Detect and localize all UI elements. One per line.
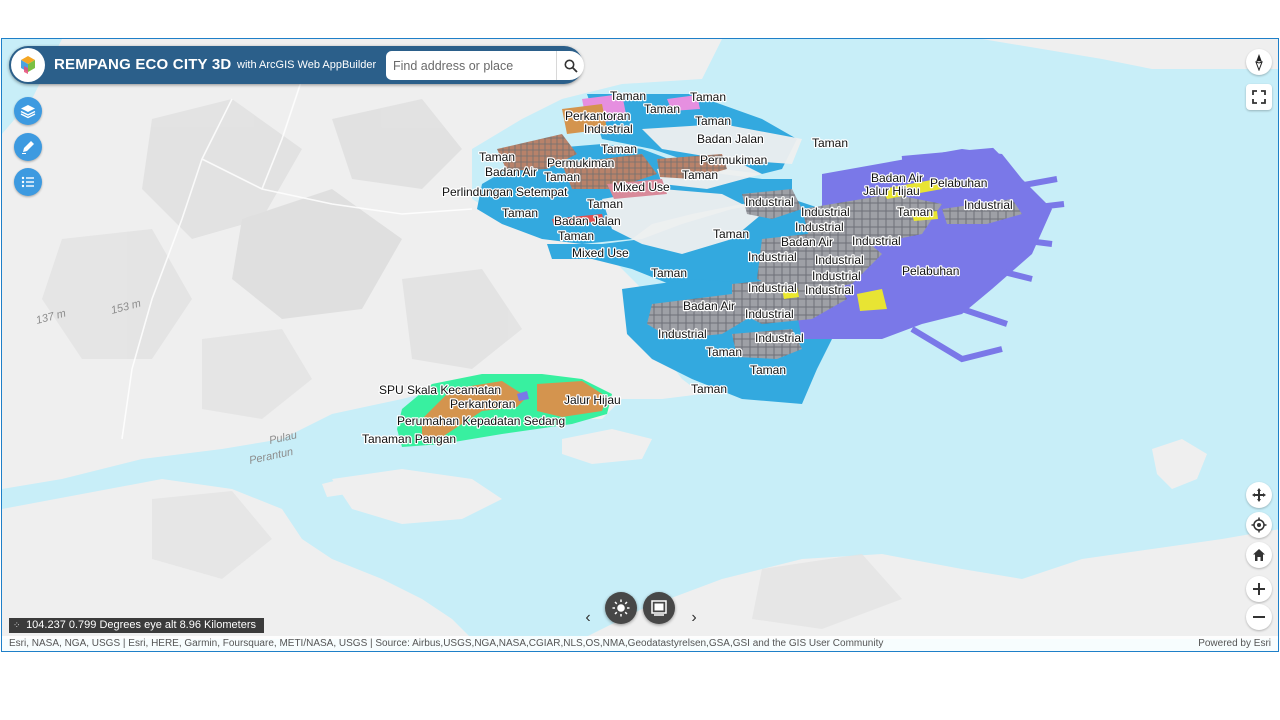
app-logo-icon xyxy=(11,48,45,82)
map-label: Industrial xyxy=(812,269,861,283)
map-label: Taman xyxy=(695,114,731,128)
map-label: Badan Air xyxy=(683,299,735,313)
map-label: Taman xyxy=(479,150,515,164)
map-label: Industrial xyxy=(795,220,844,234)
map-label: Industrial xyxy=(748,250,797,264)
map-label: Perlindungan Setempat xyxy=(442,185,568,199)
map-label: Pelabuhan xyxy=(930,176,987,190)
minus-icon xyxy=(1253,616,1265,618)
map-label: Taman xyxy=(558,229,594,243)
locate-icon xyxy=(1251,517,1267,533)
home-button[interactable] xyxy=(1246,542,1272,568)
map-label: Badan Air xyxy=(781,235,833,249)
locate-button[interactable] xyxy=(1246,512,1272,538)
map-view[interactable]: Pulau Perantun 137 m 153 m Taman Taman T… xyxy=(1,38,1279,652)
pan-icon xyxy=(1252,488,1266,502)
attribution-text[interactable]: Esri, NASA, NGA, USGS | Esri, HERE, Garm… xyxy=(9,638,883,649)
map-label: Taman xyxy=(897,205,933,219)
map-label: Badan Jalan xyxy=(554,214,621,228)
map-label: Pelabuhan xyxy=(902,264,959,278)
app-subtitle: with ArcGIS Web AppBuilder xyxy=(237,59,377,71)
layers-icon xyxy=(20,105,36,119)
compass-button[interactable] xyxy=(1246,49,1272,75)
map-label: Badan Jalan xyxy=(697,132,764,146)
search-icon xyxy=(564,59,578,73)
legend-button[interactable] xyxy=(14,168,42,196)
map-label: Taman xyxy=(750,363,786,377)
layer-list-button[interactable] xyxy=(14,97,42,125)
basemap-gallery-button[interactable] xyxy=(643,592,675,624)
map-label: Taman xyxy=(691,382,727,396)
map-label: Industrial xyxy=(815,253,864,267)
coordinate-text: 104.237 0.799 Degrees eye alt 8.96 Kilom… xyxy=(26,619,256,631)
map-label: Industrial xyxy=(801,205,850,219)
map-label: Taman xyxy=(682,168,718,182)
map-label: Badan Air xyxy=(871,171,923,185)
map-label: Perkantoran xyxy=(450,397,515,411)
map-label: Taman xyxy=(690,90,726,104)
search-input[interactable] xyxy=(386,51,552,80)
fullscreen-button[interactable] xyxy=(1246,84,1272,110)
map-label: Industrial xyxy=(805,283,854,297)
map-label: Tanaman Pangan xyxy=(362,432,456,446)
search-box xyxy=(386,51,584,80)
map-canvas[interactable]: Pulau Perantun 137 m 153 m Taman Taman T… xyxy=(2,39,1279,652)
sun-icon xyxy=(612,599,630,617)
attribution-bar: Esri, NASA, NGA, USGS | Esri, HERE, Garm… xyxy=(2,636,1278,651)
zoom-in-button[interactable] xyxy=(1246,576,1272,602)
draw-button[interactable] xyxy=(14,133,42,161)
map-label: Taman xyxy=(502,206,538,220)
pan-button[interactable] xyxy=(1246,482,1272,508)
map-label: Taman xyxy=(610,89,646,103)
map-label: Taman xyxy=(644,102,680,116)
compass-icon xyxy=(1255,54,1263,71)
map-label: Industrial xyxy=(745,195,794,209)
map-label: Permukiman xyxy=(700,153,767,167)
map-label: Taman xyxy=(587,197,623,211)
map-label: Taman xyxy=(713,227,749,241)
map-label: Taman xyxy=(601,142,637,156)
plus-icon xyxy=(1253,583,1265,595)
map-label: Taman xyxy=(706,345,742,359)
map-label: Mixed Use xyxy=(613,180,670,194)
map-label: Jalur Hijau xyxy=(863,184,920,198)
map-label: Permukiman xyxy=(547,156,614,170)
map-label: Industrial xyxy=(745,307,794,321)
map-label: Taman xyxy=(651,266,687,280)
app-header: REMPANG ECO CITY 3D with ArcGIS Web AppB… xyxy=(9,46,584,84)
map-label: Mixed Use xyxy=(572,246,629,260)
map-label: Perumahan Kepadatan Sedang xyxy=(397,414,565,428)
next-arrow-icon[interactable]: › xyxy=(687,609,701,627)
legend-icon xyxy=(21,176,34,188)
fullscreen-icon xyxy=(1252,90,1266,104)
powered-by-esri-link[interactable]: Powered by Esri xyxy=(1198,638,1271,649)
basemap-icon xyxy=(651,600,667,616)
daylight-button[interactable] xyxy=(605,592,637,624)
coordinate-readout: ⁘ 104.237 0.799 Degrees eye alt 8.96 Kil… xyxy=(9,618,264,633)
map-label: Taman xyxy=(812,136,848,150)
map-label: Industrial xyxy=(584,122,633,136)
map-label: Perkantoran xyxy=(565,109,630,123)
map-label: Industrial xyxy=(658,327,707,341)
map-label: Industrial xyxy=(964,198,1013,212)
map-label: Taman xyxy=(544,170,580,184)
zoom-out-button[interactable] xyxy=(1246,604,1272,630)
home-icon xyxy=(1253,549,1265,561)
coordinate-icon[interactable]: ⁘ xyxy=(13,618,23,633)
app-title: REMPANG ECO CITY 3D xyxy=(54,56,232,73)
previous-arrow-icon[interactable]: ‹ xyxy=(581,609,595,627)
map-label: Industrial xyxy=(852,234,901,248)
search-button[interactable] xyxy=(556,51,584,80)
map-label: Jalur Hijau xyxy=(564,393,621,407)
draw-icon xyxy=(22,141,34,154)
map-label: Industrial xyxy=(755,331,804,345)
map-label: SPU Skala Kecamatan xyxy=(379,383,501,397)
map-label: Industrial xyxy=(748,281,797,295)
map-label: Badan Air xyxy=(485,165,537,179)
